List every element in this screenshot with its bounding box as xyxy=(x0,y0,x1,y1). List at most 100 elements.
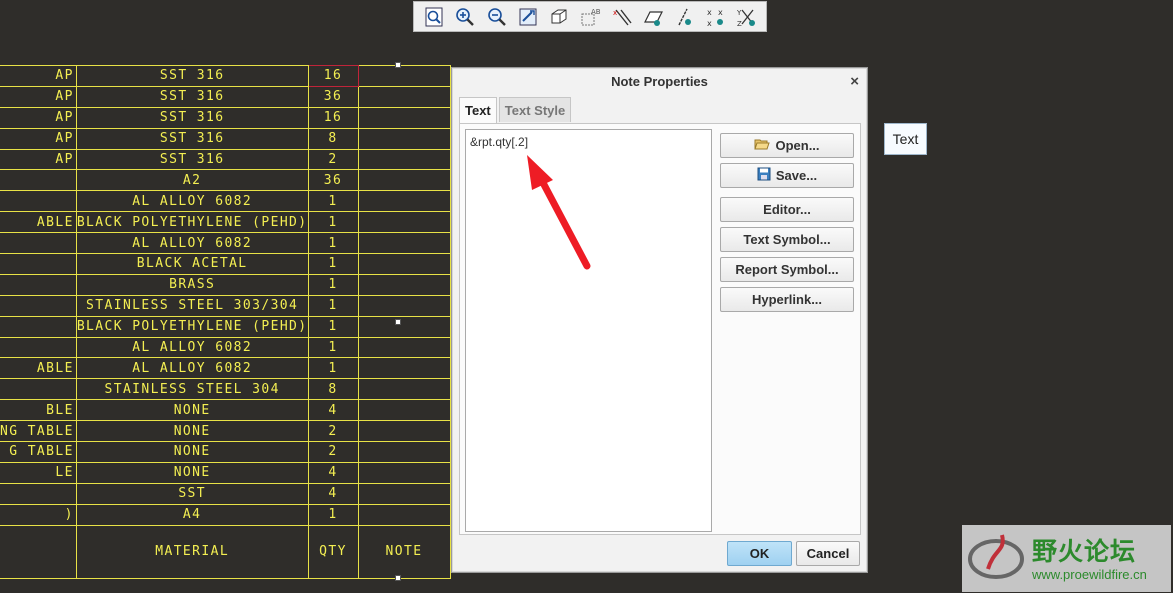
note-cell[interactable] xyxy=(357,148,451,171)
qty-cell[interactable]: 1 xyxy=(307,211,359,234)
material-cell[interactable]: AL ALLOY 6082 xyxy=(75,336,309,359)
qty-cell[interactable]: 1 xyxy=(307,273,359,296)
qty-cell[interactable]: 2 xyxy=(307,420,359,443)
material-cell[interactable]: AL ALLOY 6082 xyxy=(75,357,309,380)
annotation-display-button[interactable]: AB xyxy=(576,4,604,30)
open-button[interactable]: Open... xyxy=(720,133,854,158)
qty-cell[interactable]: 1 xyxy=(307,503,359,526)
table-row[interactable]: BLE NONE 4 xyxy=(0,399,451,422)
table-row[interactable]: SST 4 xyxy=(0,482,451,505)
description-header[interactable] xyxy=(0,524,77,579)
ok-button[interactable]: OK xyxy=(727,541,792,566)
material-cell[interactable]: BLACK ACETAL xyxy=(75,253,309,275)
description-cell[interactable]: LE xyxy=(0,461,77,484)
table-row[interactable]: BRASS 1 xyxy=(0,273,451,296)
table-row[interactable]: A2 36 xyxy=(0,169,451,192)
description-cell[interactable] xyxy=(0,190,77,213)
report-symbol-button[interactable]: Report Symbol... xyxy=(720,257,854,282)
note-cell[interactable] xyxy=(357,399,451,422)
qty-cell[interactable]: 2 xyxy=(307,148,359,171)
repaint-button[interactable] xyxy=(514,4,542,30)
description-cell[interactable] xyxy=(0,336,77,359)
material-cell[interactable]: BRASS xyxy=(75,273,309,296)
datum-axis-display-button[interactable]: x xyxy=(608,4,636,30)
text-symbol-button[interactable]: Text Symbol... xyxy=(720,227,854,252)
note-cell[interactable] xyxy=(357,127,451,150)
qty-cell[interactable]: 2 xyxy=(307,441,359,463)
zoom-out-button[interactable] xyxy=(483,4,511,30)
description-cell[interactable]: NG TABLE xyxy=(0,420,77,443)
datum-plane-display-button[interactable] xyxy=(639,4,667,30)
qty-cell[interactable]: 4 xyxy=(307,461,359,484)
qty-header[interactable]: QTY xyxy=(307,524,359,579)
description-cell[interactable]: ABLE xyxy=(0,357,77,380)
qty-cell[interactable]: 1 xyxy=(307,336,359,359)
table-row[interactable]: AP SST 316 8 xyxy=(0,127,451,150)
material-cell[interactable]: NONE xyxy=(75,461,309,484)
qty-cell[interactable]: 8 xyxy=(307,378,359,401)
note-cell[interactable] xyxy=(357,315,451,338)
qty-cell[interactable]: 4 xyxy=(307,482,359,505)
coordinate-system-display-button[interactable]: xxx xyxy=(702,4,730,30)
table-row[interactable]: AL ALLOY 6082 1 xyxy=(0,190,451,213)
csys-display-button[interactable]: YZ xyxy=(733,4,761,30)
description-cell[interactable]: BLE xyxy=(0,399,77,422)
material-cell[interactable]: NONE xyxy=(75,399,309,422)
table-row[interactable]: G TABLE NONE 2 xyxy=(0,441,451,463)
qty-cell[interactable]: 8 xyxy=(307,127,359,150)
qty-cell[interactable]: 16 xyxy=(307,106,359,129)
note-header[interactable]: NOTE xyxy=(357,524,451,579)
table-row[interactable]: AP SST 316 36 xyxy=(0,85,451,108)
material-cell[interactable]: NONE xyxy=(75,420,309,443)
material-cell[interactable]: SST 316 xyxy=(75,148,309,171)
note-cell[interactable] xyxy=(357,336,451,359)
table-row[interactable]: AP SST 316 16 xyxy=(0,106,451,129)
table-row[interactable]: BLACK ACETAL 1 xyxy=(0,253,451,275)
table-header-row[interactable]: MATERIAL QTY NOTE xyxy=(0,524,451,579)
table-row[interactable]: AL ALLOY 6082 1 xyxy=(0,232,451,255)
close-icon[interactable]: × xyxy=(850,68,859,95)
description-cell[interactable] xyxy=(0,169,77,192)
note-cell[interactable] xyxy=(357,106,451,129)
table-row[interactable]: NG TABLE NONE 2 xyxy=(0,420,451,443)
material-cell[interactable]: STAINLESS STEEL 304 xyxy=(75,378,309,401)
note-cell[interactable] xyxy=(357,441,451,463)
description-cell[interactable] xyxy=(0,273,77,296)
table-row[interactable]: ) A4 1 xyxy=(0,503,451,526)
description-cell[interactable]: ABLE xyxy=(0,211,77,234)
description-cell[interactable]: AP xyxy=(0,65,77,87)
material-cell[interactable]: SST 316 xyxy=(75,85,309,108)
material-cell[interactable]: SST 316 xyxy=(75,106,309,129)
description-cell[interactable] xyxy=(0,232,77,255)
note-text-area[interactable]: &rpt.qty[.2] xyxy=(465,129,712,532)
view-orientation-button[interactable] xyxy=(545,4,573,30)
zoom-in-button[interactable] xyxy=(451,4,479,30)
material-header[interactable]: MATERIAL xyxy=(75,524,309,579)
material-cell[interactable]: STAINLESS STEEL 303/304 xyxy=(75,294,309,317)
description-cell[interactable] xyxy=(0,294,77,317)
tab-text-style[interactable]: Text Style xyxy=(498,97,572,122)
qty-cell[interactable]: 36 xyxy=(307,85,359,108)
note-cell[interactable] xyxy=(357,294,451,317)
material-cell[interactable]: SST 316 xyxy=(75,127,309,150)
description-cell[interactable]: ) xyxy=(0,503,77,526)
qty-cell[interactable]: 4 xyxy=(307,399,359,422)
note-cell[interactable] xyxy=(357,253,451,275)
bom-table[interactable]: AP SST 316 16 AP SST 316 36 AP SST 316 16 AP SST 3… xyxy=(0,65,451,579)
tab-text[interactable]: Text xyxy=(459,97,497,124)
description-cell[interactable] xyxy=(0,482,77,505)
qty-cell[interactable]: 1 xyxy=(307,357,359,380)
description-cell[interactable] xyxy=(0,315,77,338)
qty-cell[interactable]: 36 xyxy=(307,169,359,192)
selection-handle[interactable] xyxy=(395,62,401,68)
material-cell[interactable]: SST xyxy=(75,482,309,505)
selection-handle[interactable] xyxy=(395,575,401,581)
table-row[interactable]: BLACK POLYETHYLENE (PEHD) 1 xyxy=(0,315,451,338)
description-cell[interactable]: AP xyxy=(0,85,77,108)
editor-button[interactable]: Editor... xyxy=(720,197,854,222)
point-display-button[interactable] xyxy=(670,4,698,30)
description-cell[interactable]: AP xyxy=(0,148,77,171)
table-row[interactable]: STAINLESS STEEL 303/304 1 xyxy=(0,294,451,317)
note-cell[interactable] xyxy=(357,211,451,234)
selection-handle[interactable] xyxy=(395,319,401,325)
